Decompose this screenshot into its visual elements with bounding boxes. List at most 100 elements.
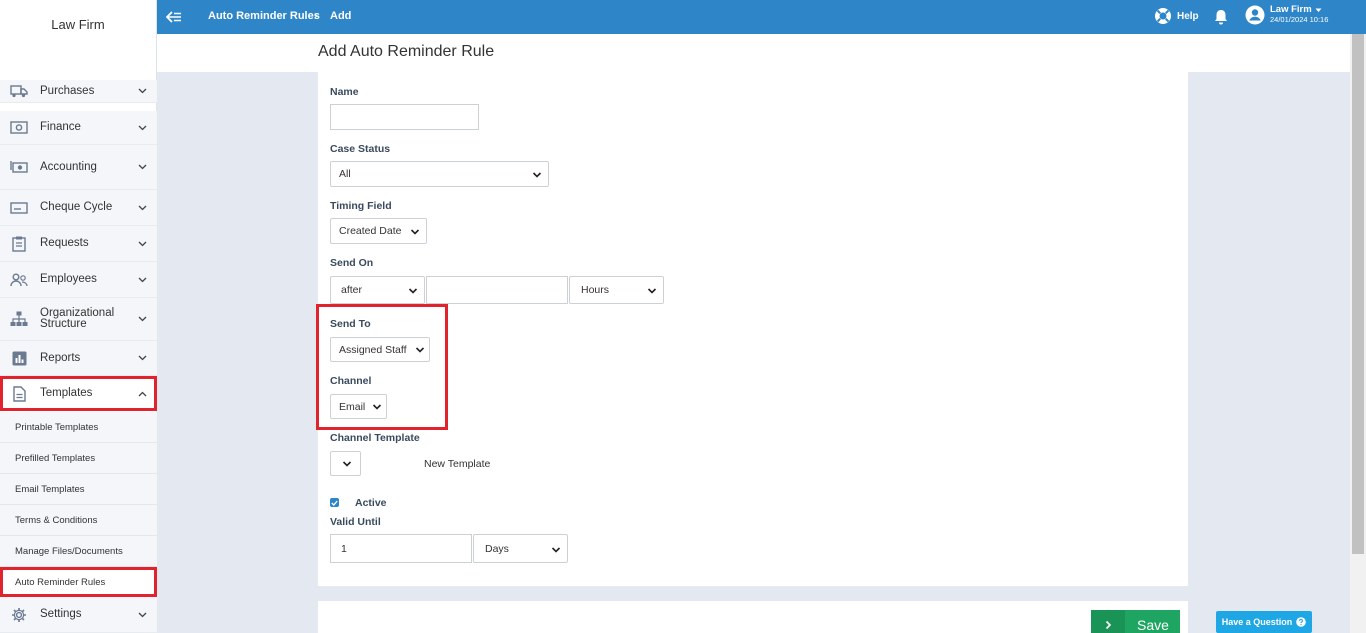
back-button[interactable] — [157, 0, 191, 34]
sidebar-subitem-terms-conditions[interactable]: Terms & Conditions — [0, 505, 157, 536]
active-label: Active — [355, 497, 387, 509]
sidebar-item-cheque-cycle[interactable]: Cheque Cycle — [0, 190, 157, 226]
hierarchy-icon — [10, 311, 28, 327]
sidebar-item-reports[interactable]: Reports — [0, 341, 157, 376]
have-a-question-button[interactable]: Have a Question — [1216, 611, 1312, 633]
sidebar-item-label: Requests — [40, 237, 89, 249]
channel-select[interactable]: Email — [330, 394, 387, 419]
gear-icon — [10, 607, 28, 623]
chevron-up-icon — [137, 389, 147, 399]
check-icon — [331, 500, 338, 506]
sidebar-item-templates[interactable]: Templates — [0, 376, 157, 411]
sidebar-item-organizational-structure[interactable]: Organizational Structure — [0, 298, 157, 341]
chevron-down-icon — [137, 162, 147, 172]
chevron-down-icon — [137, 314, 147, 324]
sidebar-item-purchases[interactable]: Purchases — [0, 80, 157, 103]
chevron-down-icon — [551, 547, 561, 553]
send-on-unit-select[interactable]: Hours — [569, 276, 664, 304]
brand-name: Law Firm — [51, 17, 105, 32]
sidebar-subitem-manage-files[interactable]: Manage Files/Documents — [0, 536, 157, 567]
chevron-down-icon — [137, 353, 147, 363]
valid-until-label: Valid Until — [330, 516, 381, 528]
sidebar-item-settings[interactable]: Settings — [0, 597, 157, 633]
sidebar-item-label: Employees — [40, 273, 97, 285]
channel-value: Email — [339, 400, 366, 413]
breadcrumb-current: Add — [330, 10, 352, 22]
sidebar-item-label: Settings — [40, 608, 82, 620]
save-button[interactable]: Save — [1091, 610, 1180, 633]
form-panel — [318, 72, 1188, 586]
channel-template-select[interactable] — [330, 451, 361, 476]
help-button[interactable]: Help — [1154, 7, 1199, 25]
user-datetime: 24/01/2024 10:16 — [1270, 15, 1329, 24]
question-circle-icon — [1296, 617, 1307, 627]
notifications-button[interactable] — [1214, 9, 1228, 28]
chevron-down-icon — [137, 275, 147, 285]
truck-icon — [10, 83, 28, 99]
people-icon — [10, 272, 28, 288]
user-name: Law Firm — [1270, 4, 1312, 15]
question-label: Have a Question — [1221, 617, 1293, 627]
top-bar: Auto Reminder Rules › Add Help Law Firm … — [157, 0, 1366, 34]
bell-icon — [1215, 10, 1227, 25]
send-to-select[interactable]: Assigned Staff — [330, 337, 430, 362]
sidebar-item-accounting[interactable]: Accounting — [0, 145, 157, 190]
cash-icon — [10, 120, 28, 136]
money-icon — [10, 159, 28, 175]
case-status-value: All — [339, 168, 351, 180]
footer-panel — [318, 601, 1188, 633]
chevron-down-icon — [408, 288, 418, 294]
sidebar-subitem-prefilled-templates[interactable]: Prefilled Templates — [0, 443, 157, 474]
send-on-amount-input[interactable] — [426, 276, 568, 304]
sidebar-subitem-email-templates[interactable]: Email Templates — [0, 474, 157, 505]
sidebar-item-label: Reports — [40, 351, 81, 364]
chevron-right-icon — [1091, 610, 1125, 633]
cheque-icon — [10, 200, 28, 216]
caret-down-icon — [1315, 8, 1322, 12]
valid-until-unit-select[interactable]: Days — [473, 534, 568, 563]
new-template-link[interactable]: New Template — [424, 458, 490, 470]
arrow-left-icon — [166, 11, 181, 23]
channel-label: Channel — [330, 375, 372, 387]
chevron-down-icon — [532, 172, 542, 178]
save-label: Save — [1137, 617, 1169, 633]
chevron-down-icon — [137, 239, 147, 249]
document-icon — [10, 385, 28, 402]
chevron-down-icon — [137, 86, 147, 96]
sidebar: Law Firm Purchases Finance Accounting Ch… — [0, 0, 157, 633]
valid-until-input[interactable]: 1 — [330, 534, 472, 563]
sidebar-item-label: Finance — [40, 121, 81, 133]
bar-chart-icon — [10, 350, 28, 366]
chevron-down-icon — [342, 461, 352, 467]
timing-field-value: Created Date — [339, 225, 402, 237]
case-status-select[interactable]: All — [330, 161, 549, 187]
user-menu[interactable]: Law Firm 24/01/2024 10:16 — [1245, 5, 1328, 25]
send-to-value: Assigned Staff — [339, 343, 407, 356]
chevron-down-icon — [137, 203, 147, 213]
channel-template-label: Channel Template — [330, 432, 420, 444]
valid-until-unit-value: Days — [485, 542, 509, 555]
name-label: Name — [330, 86, 359, 98]
send-on-direction-select[interactable]: after — [330, 276, 425, 304]
active-checkbox[interactable] — [330, 498, 339, 507]
chevron-down-icon — [647, 288, 657, 294]
breadcrumb-parent[interactable]: Auto Reminder Rules — [208, 10, 320, 22]
page-title: Add Auto Reminder Rule — [318, 43, 495, 60]
chevron-down-icon — [372, 404, 382, 410]
chevron-down-icon — [415, 347, 425, 353]
timing-field-select[interactable]: Created Date — [330, 218, 427, 244]
sidebar-subitem-printable-templates[interactable]: Printable Templates — [0, 412, 157, 443]
sidebar-item-employees[interactable]: Employees — [0, 262, 157, 298]
send-on-direction-value: after — [341, 284, 363, 296]
sidebar-item-label: Templates — [40, 387, 93, 399]
sidebar-subitem-auto-reminder-rules[interactable]: Auto Reminder Rules — [0, 567, 157, 597]
sidebar-item-finance[interactable]: Finance — [0, 111, 157, 145]
scrollbar-thumb[interactable] — [1352, 34, 1364, 554]
timing-field-label: Timing Field — [330, 200, 392, 212]
sidebar-item-label: Accounting — [40, 160, 97, 173]
page-header: Add Auto Reminder Rule — [157, 34, 1350, 72]
name-input[interactable] — [330, 104, 479, 130]
help-label: Help — [1177, 10, 1199, 22]
sidebar-item-requests[interactable]: Requests — [0, 226, 157, 262]
page-scrollbar[interactable] — [1350, 34, 1366, 633]
